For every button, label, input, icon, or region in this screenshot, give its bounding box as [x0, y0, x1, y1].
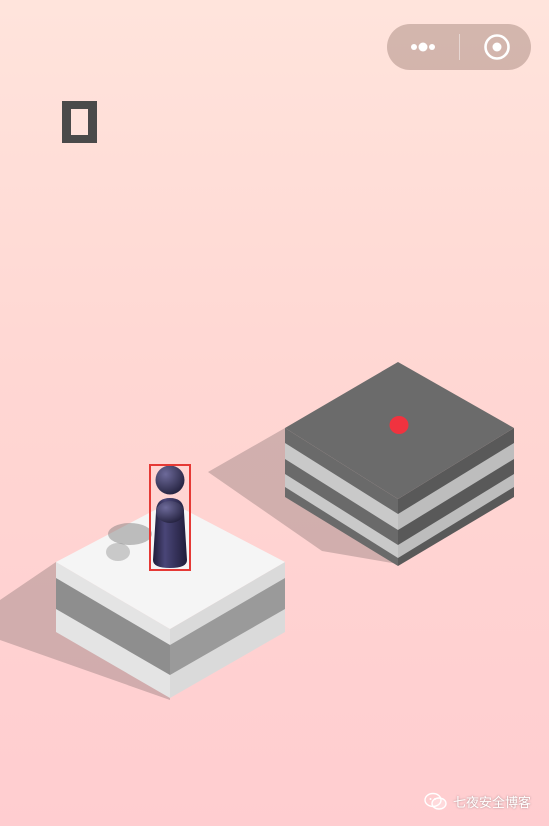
watermark: 七夜安全博客 [424, 790, 531, 812]
game-scene[interactable] [0, 0, 549, 826]
watermark-text: 七夜安全博客 [453, 795, 532, 811]
wechat-icon [424, 792, 447, 810]
target-dot [389, 416, 409, 434]
player-piece [153, 465, 187, 568]
player-head [155, 465, 185, 495]
